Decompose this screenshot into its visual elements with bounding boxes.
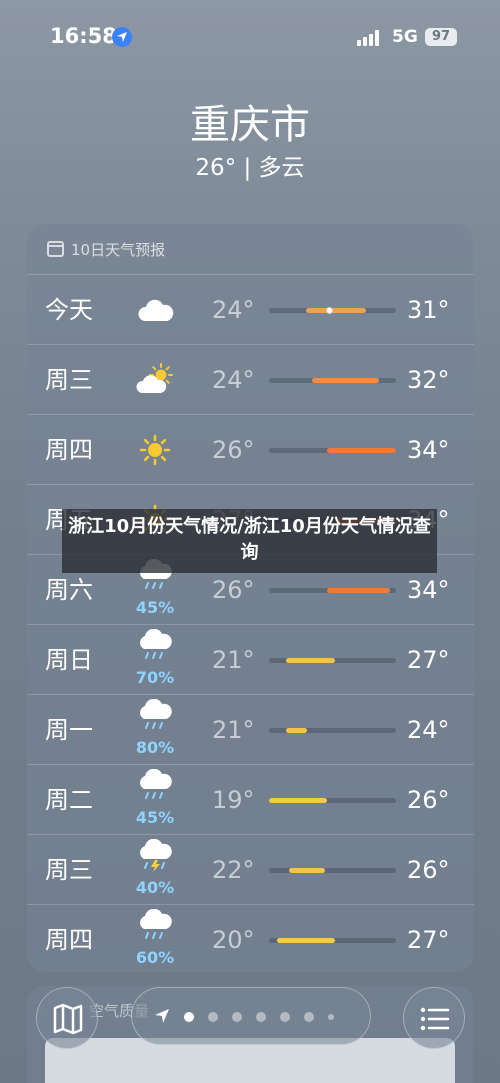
temperature-range-bar — [269, 378, 396, 383]
low-temperature: 19° — [212, 786, 255, 814]
forecast-day-row[interactable]: 周日 70% 21° 27° — [27, 624, 474, 694]
low-temperature: 21° — [212, 716, 255, 744]
high-temperature: 27° — [407, 926, 450, 954]
article-title-banner: 浙江10月份天气情况/浙江10月份天气情况查询 — [62, 509, 437, 573]
day-name: 周四 — [45, 436, 93, 464]
cloud-icon — [135, 293, 175, 327]
page-dot[interactable] — [184, 1012, 194, 1022]
high-temperature: 31° — [407, 296, 450, 324]
temperature-range-bar — [269, 798, 396, 803]
forecast-day-row[interactable]: 周三 24° 32° — [27, 344, 474, 414]
low-temperature: 21° — [212, 646, 255, 674]
forecast-day-row[interactable]: 周一 80% 21° 24° — [27, 694, 474, 764]
temperature-range-bar — [269, 448, 396, 453]
status-time: 16:58 — [50, 24, 117, 48]
precipitation-chance: 40% — [135, 878, 175, 897]
low-temperature: 22° — [212, 856, 255, 884]
precipitation-chance: 45% — [135, 808, 175, 827]
forecast-day-row[interactable]: 周二 45% 19° 26° — [27, 764, 474, 834]
temperature-range-fill — [285, 728, 308, 733]
precipitation-chance: 70% — [135, 668, 175, 687]
page-dot[interactable] — [280, 1012, 290, 1022]
calendar-icon — [47, 241, 64, 257]
forecast-day-row[interactable]: 周四 60% 20° 27° — [27, 904, 474, 974]
temperature-range-bar — [269, 307, 396, 314]
high-temperature: 27° — [407, 646, 450, 674]
temperature-range-fill — [269, 798, 328, 803]
network-type: 5G — [392, 27, 418, 47]
temperature-range-bar — [269, 728, 396, 733]
forecast-day-row[interactable]: 今天 24° 31° — [27, 274, 474, 344]
thunderstorm-icon — [135, 838, 175, 873]
location-arrow-icon — [112, 27, 132, 47]
rain-icon — [135, 768, 175, 803]
temperature-range-fill — [305, 308, 366, 313]
partly-sunny-icon — [135, 363, 175, 397]
day-name: 周日 — [45, 646, 93, 674]
status-bar: 16:58 5G 97 — [0, 0, 500, 72]
day-name: 周四 — [45, 926, 93, 954]
rain-icon — [135, 628, 175, 663]
list-icon — [420, 1007, 450, 1031]
temperature-range-fill — [312, 378, 380, 383]
low-temperature: 24° — [212, 366, 255, 394]
current-summary: 26° | 多云 — [195, 155, 305, 181]
temperature-range-fill — [285, 658, 336, 663]
forecast-day-row[interactable]: 周四 26° 34° — [27, 414, 474, 484]
sun-icon — [135, 433, 175, 467]
day-name: 周二 — [45, 786, 93, 814]
forecast-day-row[interactable]: 周三 40% 22° 26° — [27, 834, 474, 904]
page-dot[interactable] — [256, 1012, 266, 1022]
precipitation-chance: 60% — [135, 948, 175, 967]
low-temperature: 20° — [212, 926, 255, 954]
page-dot[interactable] — [304, 1012, 314, 1022]
day-name: 周一 — [45, 716, 93, 744]
map-button[interactable] — [36, 987, 98, 1049]
high-temperature: 34° — [407, 436, 450, 464]
city-list-button[interactable] — [403, 987, 465, 1049]
ten-day-forecast-card[interactable]: 10日天气预报 今天24°31°周三24°32°周四26°34°周五27°34°… — [27, 224, 474, 972]
temperature-range-bar — [269, 588, 396, 593]
page-dot[interactable] — [328, 1014, 334, 1020]
signal-icon — [357, 30, 383, 46]
location-page-icon — [155, 1009, 169, 1023]
temperature-range-fill — [276, 938, 336, 943]
precipitation-chance: 80% — [135, 738, 175, 757]
precipitation-chance: 45% — [135, 598, 175, 617]
forecast-title: 10日天气预报 — [71, 240, 166, 259]
temperature-range-fill — [327, 588, 390, 593]
temperature-range-bar — [269, 938, 396, 943]
forecast-card-header: 10日天气预报 — [47, 237, 165, 261]
page-dot[interactable] — [232, 1012, 242, 1022]
battery-icon: 97 — [425, 28, 457, 46]
page-indicator[interactable] — [131, 987, 371, 1045]
high-temperature: 26° — [407, 856, 450, 884]
map-icon — [53, 1003, 83, 1035]
temperature-range-fill — [289, 868, 325, 873]
low-temperature: 26° — [212, 436, 255, 464]
rain-icon — [135, 908, 175, 943]
temperature-range-bar — [269, 658, 396, 663]
day-name: 今天 — [45, 296, 93, 324]
temperature-range-fill — [327, 448, 396, 453]
day-name: 周三 — [45, 856, 93, 884]
high-temperature: 32° — [407, 366, 450, 394]
page-dot[interactable] — [208, 1012, 218, 1022]
high-temperature: 24° — [407, 716, 450, 744]
day-name: 周三 — [45, 366, 93, 394]
rain-icon — [135, 698, 175, 733]
city-name: 重庆市 — [190, 102, 310, 148]
high-temperature: 26° — [407, 786, 450, 814]
low-temperature: 24° — [212, 296, 255, 324]
temperature-range-bar — [269, 868, 396, 873]
